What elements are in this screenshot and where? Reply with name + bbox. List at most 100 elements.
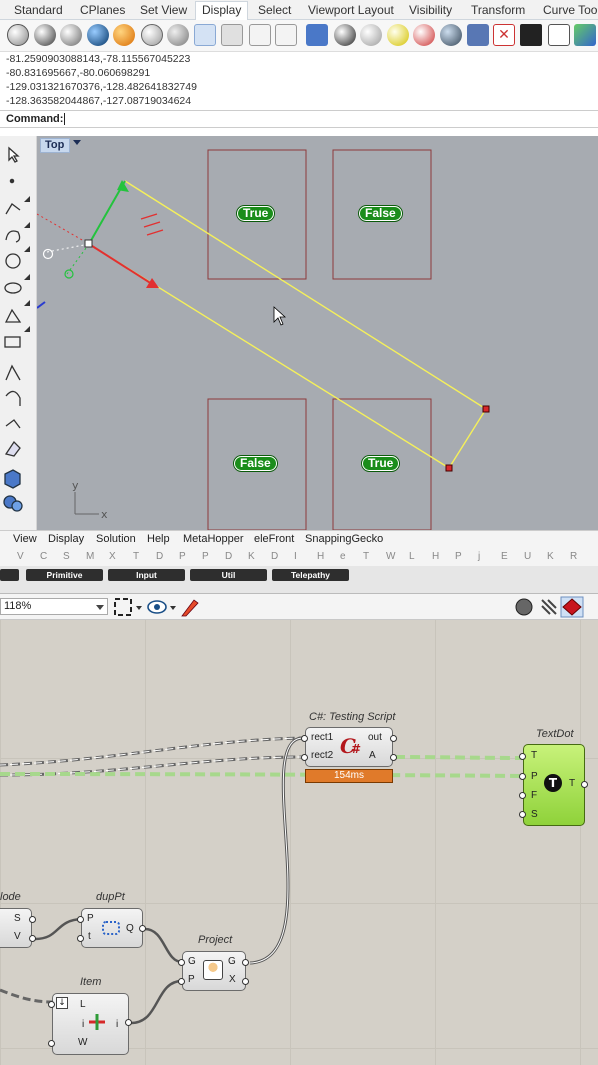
command-line[interactable]: Command: [0,110,598,128]
duppt-input-p[interactable]: P [87,913,94,924]
light-icon[interactable] [387,24,409,46]
menu-elefront[interactable]: eleFront [254,533,294,545]
gh-tab[interactable]: H [317,551,324,562]
text-dot-true[interactable]: True [362,456,400,471]
grip-rect1[interactable] [301,735,308,742]
gh-tab[interactable]: U [524,551,531,562]
gh-tab[interactable]: L [409,551,415,562]
environment-icon[interactable] [413,24,435,46]
menu-metahopper[interactable]: MetaHopper [183,533,244,545]
command-input[interactable] [64,113,66,125]
tab-transform[interactable]: Transform [471,3,525,17]
gh-tab[interactable]: E [501,551,508,562]
object-icon[interactable] [467,24,489,46]
menu-view[interactable]: View [13,533,37,545]
gh-tab[interactable]: P [455,551,462,562]
shaded-icon[interactable] [34,24,56,46]
duppt-input-t[interactable]: t [88,931,91,942]
grip-node-s[interactable] [29,916,36,923]
gh-tab[interactable]: C [40,551,47,562]
grip-f[interactable] [519,792,526,799]
project-component[interactable]: G P G X [182,951,246,991]
gh-panel-input[interactable]: Input [108,569,185,581]
project-input-g[interactable]: G [188,956,196,967]
item-menu-icon[interactable]: ↓ [56,997,68,1009]
artistic-icon[interactable] [167,24,189,46]
grip-item-w[interactable] [48,1040,55,1047]
grip-project-out-x[interactable] [242,978,249,985]
menu-snappinggecko[interactable]: SnappingGecko [305,533,383,545]
text-dot-false[interactable]: False [234,456,277,471]
text-dot-true[interactable]: True [237,206,275,221]
textdot-input-p[interactable]: P [531,771,538,782]
script-input-rect2[interactable]: rect2 [311,750,333,761]
rendered-icon[interactable] [60,24,82,46]
script-output-a[interactable]: A [369,750,376,761]
layer-icon[interactable] [306,24,328,46]
grip-textdot-out[interactable] [581,781,588,788]
item-input-w[interactable]: W [78,1037,87,1048]
tab-visibility[interactable]: Visibility [409,3,452,17]
gh-tab[interactable]: M [86,551,94,562]
gh-tab[interactable]: P [202,551,209,562]
chevron-down-icon[interactable] [136,606,142,610]
tab-display[interactable]: Display [195,1,249,20]
script-input-rect1[interactable]: rect1 [311,732,333,743]
gh-tab[interactable]: T [363,551,369,562]
show-icon[interactable] [275,24,297,46]
node-output-s[interactable]: S [14,913,21,924]
grip-project-out-g[interactable] [242,959,249,966]
gh-tab[interactable]: K [248,551,255,562]
ghosted-icon[interactable] [87,24,109,46]
grip-item-out[interactable] [125,1019,132,1026]
project-output-x[interactable]: X [229,974,236,985]
chevron-down-icon[interactable] [96,605,104,610]
grip-duppt-q[interactable] [139,925,146,932]
gh-tab[interactable]: X [109,551,116,562]
grip-project-g[interactable] [178,959,185,966]
item-input-l[interactable]: L [80,999,86,1010]
csharp-script-component[interactable]: rect1 rect2 out A C # [305,727,393,767]
grip-project-p[interactable] [178,978,185,985]
gh-panel-primitive[interactable]: Primitive [26,569,103,581]
node-output-v[interactable]: V [14,931,21,942]
grip-node-v[interactable] [29,935,36,942]
tab-viewport-layout[interactable]: Viewport Layout [308,3,394,17]
textdot-input-t[interactable]: T [531,750,537,761]
grip-rect2[interactable] [301,754,308,761]
viewport-canvas[interactable] [37,136,598,530]
pen-icon[interactable] [194,24,216,46]
wireframe-icon[interactable] [7,24,29,46]
textdot-output-t[interactable]: T [569,778,575,789]
gh-tab[interactable]: H [432,551,439,562]
technical-icon[interactable] [141,24,163,46]
monitor-icon[interactable] [520,24,542,46]
sketch-pen-icon[interactable] [181,599,199,617]
delete-icon[interactable]: ✕ [493,24,515,46]
grip-out[interactable] [390,735,397,742]
group-icon[interactable] [440,24,462,46]
viewport-menu-icon[interactable] [73,140,81,145]
project-output-g[interactable]: G [228,956,236,967]
grip-t[interactable] [519,753,526,760]
tab-cplanes[interactable]: CPlanes [80,3,125,17]
grip-duppt-p[interactable] [77,916,84,923]
duppt-output-q[interactable]: Q [126,923,134,934]
chevron-down-icon[interactable] [170,606,176,610]
grip-item-l[interactable] [48,1001,55,1008]
gh-tab[interactable]: j [478,551,480,562]
gh-canvas[interactable]: C#: Testing Script rect1 rect2 out A C #… [0,620,598,1065]
script-output-out[interactable]: out [368,732,382,743]
preview-shaded-icon[interactable] [515,598,533,616]
gh-tab[interactable]: D [156,551,163,562]
menu-solution[interactable]: Solution [96,533,136,545]
gh-panel-telepathy[interactable]: Telepathy [272,569,349,581]
list-item-component[interactable]: ↓ L i W i [52,993,129,1055]
gh-tab[interactable]: W [386,551,395,562]
tab-set-view[interactable]: Set View [140,3,187,17]
tab-standard[interactable]: Standard [14,3,63,17]
grip-a[interactable] [390,754,397,761]
item-output-i[interactable]: i [116,1019,118,1030]
project-input-p[interactable]: P [188,974,195,985]
grip-p[interactable] [519,773,526,780]
